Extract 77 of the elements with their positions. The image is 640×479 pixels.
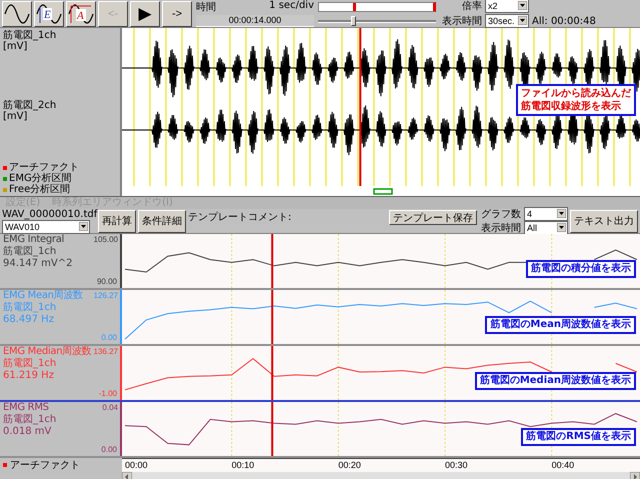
zoom-dropdown[interactable]: x2 [485,0,529,13]
graph-title: EMG Median周波数 [3,346,92,358]
legend-label: アーチファクト [9,162,79,173]
scrollbar[interactable] [122,472,640,479]
range-marker[interactable] [373,188,393,195]
legend-label: アーチファクト [10,459,80,472]
callout-label: 筋電図のMedian周波数値を表示 [474,372,636,390]
total-time: All: 00:00:48 [532,16,596,26]
cursor-line[interactable] [359,28,362,186]
zoom-label: 倍率 [461,0,482,13]
graph-reading: 68.497 Hz [3,314,55,326]
display-time-dropdown[interactable]: All [524,221,568,235]
cursor-line[interactable] [271,346,274,400]
callout-label: ファイルから読み込んだ 筋電図収録波形を表示 [516,84,636,116]
cursor-line[interactable] [271,402,274,456]
dropdown-icon [518,16,527,25]
axis-max-label: 136.27 [94,346,118,358]
graph-reading: 94.147 mV^2 [3,258,74,270]
time-tick-label: 00:20 [338,460,361,471]
time-field: 00:00:14.000 [196,15,314,27]
axis-max-label: 126.27 [94,290,118,302]
scroll-right-icon[interactable] [630,472,640,479]
display-time-label: 表示時間 [441,14,482,28]
graph-title: EMG RMS [3,402,49,414]
graph-channel: 筋電図_1ch [3,358,58,370]
time-tick-label: 00:10 [232,460,254,471]
callout-label: 筋電図のRMS値を表示 [521,428,636,446]
cursor-line[interactable] [271,290,274,344]
time-tick-label: 00:40 [552,460,574,471]
graph-count-dropdown[interactable]: 4 [524,207,568,221]
axis-min-label: 0.00 [101,444,117,456]
scroll-left-icon[interactable] [122,472,132,479]
callout-label: 筋電図のMean周波数値を表示 [485,316,636,334]
channel-unit: [mV] [3,41,28,52]
file-dropdown[interactable]: WAV010 [2,220,90,234]
play-button[interactable]: ▶ [130,0,160,26]
dropdown-icon [557,223,566,232]
channel-name: 筋電図_2ch [3,100,56,111]
axis-min-label: 90.00 [96,276,117,288]
time-tick-label: 00:00 [125,460,148,471]
axis-min-label: -1.00 [98,388,117,400]
action-button[interactable]: 再計算 [98,210,136,232]
callout-label: 筋電図の積分値を表示 [526,260,636,278]
tool-button[interactable] [2,0,32,26]
dropdown-icon [557,209,566,218]
graph-channel: 筋電図_1ch [3,246,58,258]
sine-wave-icon [4,4,30,24]
time-tick-label: 00:30 [445,460,468,471]
legend-label: Free分析区間 [9,184,70,195]
action-button[interactable]: 条件詳細 [138,210,186,232]
position-slider[interactable] [318,16,436,26]
graph-title: EMG Mean周波数 [3,290,83,302]
file-name: WAV_00000010.tdf [2,208,96,220]
display-time-dropdown[interactable]: 30sec. [485,14,529,28]
axis-max-label: 0.04 [102,402,118,414]
position-track[interactable] [318,2,436,12]
forward-button[interactable]: -> [162,0,192,26]
graph-count-label: グラフ数 [480,208,521,221]
display-time-label: 表示時間 [480,222,521,235]
time-scale: 1 sec/div [269,0,314,13]
channel-name: 筋電図_1ch [3,30,56,41]
dropdown-icon [79,222,88,230]
export-text-button[interactable]: テキスト出力 [570,210,638,232]
graph-channel: 筋電図_1ch [3,302,58,314]
graph-title: EMG Integral [3,234,64,246]
comment-label: テンプレートコメント: [188,210,292,224]
axis-min-label: 0.00 [101,332,117,344]
save-template-button[interactable]: テンプレート保存 [389,210,477,225]
axis-max-label: 105.00 [94,234,118,246]
graph-reading: 61.219 Hz [3,370,55,382]
graph-reading: 0.018 mV [3,426,52,438]
cursor-line[interactable] [271,234,274,288]
time-label: 時間 [196,0,216,14]
channel-unit: [mV] [3,111,28,122]
dropdown-icon [518,1,527,10]
graph-channel: 筋電図_1ch [3,414,58,426]
legend-label: EMG分析区間 [9,173,72,184]
